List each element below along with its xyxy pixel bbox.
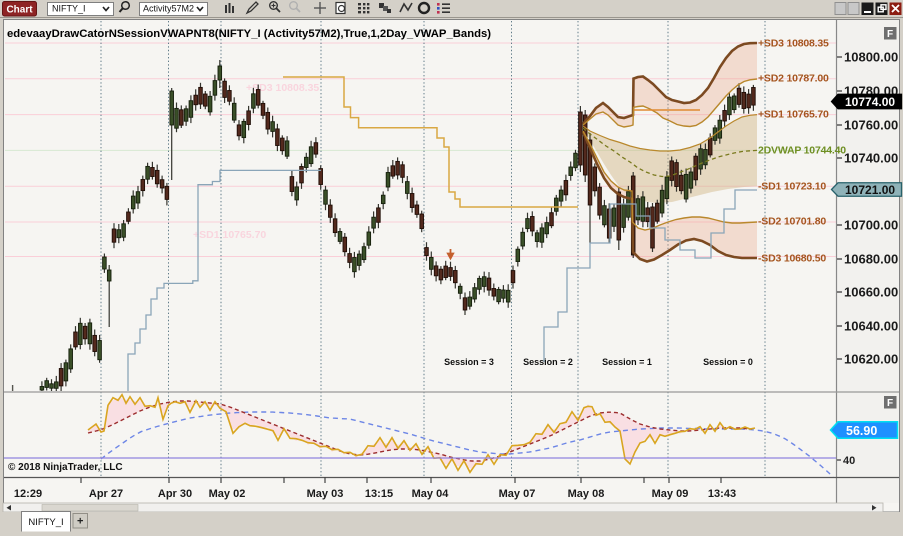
- svg-text:Session = 0: Session = 0: [703, 357, 753, 367]
- svg-text:+SD1 10765.70: +SD1 10765.70: [758, 109, 829, 121]
- svg-text:10760.00: 10760.00: [844, 118, 898, 133]
- svg-text:10700.00: 10700.00: [844, 218, 898, 233]
- svg-text:+SD3 10808.35: +SD3 10808.35: [758, 38, 829, 50]
- svg-text:-SD2 10701.80: -SD2 10701.80: [758, 216, 826, 228]
- svg-text:-SD3 10680.50: -SD3 10680.50: [758, 253, 826, 265]
- svg-text:10640.00: 10640.00: [844, 319, 898, 334]
- svg-text:2DVWAP 10744.40: 2DVWAP 10744.40: [758, 145, 846, 157]
- svg-text:13:15: 13:15: [365, 488, 393, 500]
- svg-text:40: 40: [843, 455, 855, 467]
- svg-text:May 09: May 09: [652, 488, 689, 500]
- svg-text:13:43: 13:43: [708, 488, 736, 500]
- svg-text:NIFTY_I: NIFTY_I: [28, 517, 63, 528]
- svg-text:edevaayDrawCatorNSessionVWAPNT: edevaayDrawCatorNSessionVWAPNT8(NIFTY_I …: [7, 28, 491, 40]
- svg-text:10774.00: 10774.00: [845, 95, 895, 109]
- svg-text:56.90: 56.90: [846, 424, 877, 438]
- svg-text:12:29: 12:29: [14, 488, 42, 500]
- svg-text:May 03: May 03: [307, 488, 344, 500]
- svg-text:Apr 30: Apr 30: [158, 488, 192, 500]
- svg-text:-SD1 10723.10: -SD1 10723.10: [758, 181, 826, 193]
- svg-text:Session = 1: Session = 1: [602, 357, 652, 367]
- svg-text:10660.00: 10660.00: [844, 285, 898, 300]
- svg-text:+: +: [77, 516, 83, 528]
- svg-text:10800.00: 10800.00: [844, 50, 898, 65]
- svg-text:Chart: Chart: [6, 5, 33, 16]
- svg-text:10620.00: 10620.00: [844, 352, 898, 367]
- svg-text:© 2018 NinjaTrader, LLC: © 2018 NinjaTrader, LLC: [8, 462, 123, 473]
- svg-text:Session = 2: Session = 2: [523, 357, 573, 367]
- svg-text:10740.00: 10740.00: [844, 151, 898, 166]
- svg-text:Activity57M2: Activity57M2: [143, 4, 194, 14]
- svg-text:10680.00: 10680.00: [844, 252, 898, 267]
- svg-text:F: F: [887, 398, 893, 409]
- svg-text:May 07: May 07: [499, 488, 536, 500]
- svg-text:May 08: May 08: [568, 488, 605, 500]
- svg-text:Session = 3: Session = 3: [444, 357, 494, 367]
- svg-text:+SD2 10787.00: +SD2 10787.00: [758, 73, 829, 85]
- svg-text:May 04: May 04: [412, 488, 450, 500]
- svg-text:Apr 27: Apr 27: [89, 488, 123, 500]
- svg-text:+SD1 10765.70: +SD1 10765.70: [193, 229, 266, 241]
- svg-text:10721.00: 10721.00: [845, 183, 895, 197]
- svg-text:F: F: [887, 29, 893, 40]
- svg-text:May 02: May 02: [209, 488, 246, 500]
- svg-text:NIFTY_I: NIFTY_I: [52, 4, 86, 14]
